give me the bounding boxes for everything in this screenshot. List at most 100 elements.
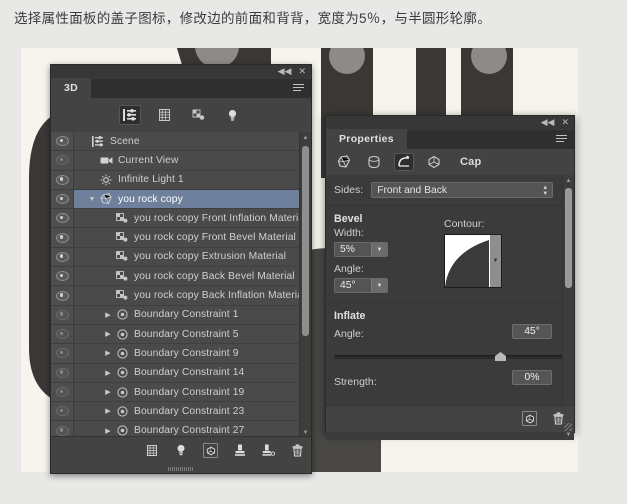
add-light-icon[interactable] [174, 443, 189, 458]
table-row[interactable]: ▶Boundary Constraint 23 [51, 402, 311, 421]
panel-properties[interactable]: ◀◀ ✕ Properties [325, 115, 575, 433]
scene-tree-scrollbar[interactable]: ▲ ▼ [299, 132, 311, 438]
table-row[interactable]: ▶Boundary Constraint 14 [51, 364, 311, 383]
eye-icon[interactable] [56, 406, 69, 416]
visibility-toggle[interactable] [51, 306, 74, 324]
mesh-icon[interactable] [334, 153, 354, 171]
table-row[interactable]: ▶Boundary Constraint 5 [51, 325, 311, 344]
visibility-toggle[interactable] [51, 151, 74, 169]
tree-row-body[interactable]: Scene [74, 132, 311, 150]
lights-icon[interactable] [221, 105, 243, 125]
tree-row-body[interactable]: ▼you rock copy [74, 190, 311, 208]
sides-select[interactable]: Front and Back ▲▼ [371, 182, 553, 198]
table-row[interactable]: you rock copy Front Bevel Material [51, 228, 311, 247]
eye-icon[interactable] [56, 175, 69, 185]
eye-icon[interactable] [56, 368, 69, 378]
visibility-toggle[interactable] [51, 402, 74, 420]
tab-properties[interactable]: Properties [326, 129, 407, 149]
tree-row-body[interactable]: you rock copy Back Inflation Material [74, 286, 311, 304]
contour-dropdown-arrow[interactable]: ▼ [490, 235, 501, 287]
tree-row-body[interactable]: ▶Boundary Constraint 9 [74, 344, 311, 362]
chevron-right-icon[interactable]: ▶ [102, 407, 114, 415]
bevel-width-field[interactable]: 5% ▼ [334, 242, 388, 257]
scrollbar-thumb[interactable] [302, 146, 309, 336]
coordinates-icon[interactable] [424, 153, 444, 171]
eye-icon[interactable] [56, 194, 69, 204]
chevron-right-icon[interactable]: ▶ [102, 388, 114, 396]
tree-row-body[interactable]: ▶Boundary Constraint 1 [74, 306, 311, 324]
table-row[interactable]: you rock copy Back Inflation Material [51, 286, 311, 305]
table-row[interactable]: Infinite Light 1 [51, 171, 311, 190]
eye-icon[interactable] [56, 252, 69, 262]
scrollbar-thumb[interactable] [565, 188, 572, 288]
panel-resize-grip[interactable] [564, 423, 572, 431]
scene-tree-list[interactable]: SceneCurrent ViewInfinite Light 1▼you ro… [51, 132, 311, 438]
table-row[interactable]: Current View [51, 151, 311, 170]
visibility-toggle[interactable] [51, 190, 74, 208]
visibility-toggle[interactable] [51, 228, 74, 246]
add-material-icon[interactable] [232, 443, 247, 458]
chevron-down-icon[interactable]: ▼ [371, 279, 387, 292]
table-row[interactable]: Scene [51, 132, 311, 151]
visibility-toggle[interactable] [51, 344, 74, 362]
eye-icon[interactable] [56, 387, 69, 397]
contour-thumbnail[interactable]: ▼ [444, 234, 502, 288]
visibility-toggle[interactable] [51, 209, 74, 227]
new-3d-icon[interactable] [522, 411, 537, 426]
eye-icon[interactable] [56, 233, 69, 243]
chevron-right-icon[interactable]: ▶ [102, 349, 114, 357]
inflate-angle-slider[interactable] [334, 350, 564, 362]
properties-scrollbar[interactable]: ▲ ▼ [562, 175, 574, 440]
panel-3d[interactable]: ◀◀ ✕ 3D [50, 64, 312, 474]
eye-icon[interactable] [56, 213, 69, 223]
delete-icon[interactable] [290, 443, 305, 458]
add-material-alt-icon[interactable] [261, 443, 276, 458]
tree-row-body[interactable]: ▶Boundary Constraint 14 [74, 364, 311, 382]
scroll-up-arrow[interactable]: ▲ [563, 175, 574, 186]
eye-icon[interactable] [56, 310, 69, 320]
visibility-toggle[interactable] [51, 267, 74, 285]
visibility-toggle[interactable] [51, 248, 74, 266]
tree-row-body[interactable]: ▶Boundary Constraint 23 [74, 402, 311, 420]
scene-icon[interactable] [119, 105, 141, 125]
eye-icon[interactable] [56, 155, 69, 165]
chevron-right-icon[interactable]: ▶ [102, 311, 114, 319]
chevron-down-icon[interactable]: ▼ [371, 243, 387, 256]
table-row[interactable]: you rock copy Back Bevel Material [51, 267, 311, 286]
eye-icon[interactable] [56, 426, 69, 436]
collapse-icon[interactable]: ◀◀ [541, 117, 555, 127]
eye-icon[interactable] [56, 271, 69, 281]
deform-icon[interactable] [364, 153, 384, 171]
slider-knob[interactable] [495, 352, 506, 361]
table-row[interactable]: ▶Boundary Constraint 19 [51, 383, 311, 402]
add-mesh-icon[interactable] [145, 443, 160, 458]
inflate-strength-value-box[interactable]: 0% [512, 370, 552, 385]
panel-resize-grip[interactable] [168, 467, 194, 471]
tab-3d[interactable]: 3D [51, 78, 91, 98]
tree-row-body[interactable]: ▶Boundary Constraint 19 [74, 383, 311, 401]
tree-row-body[interactable]: you rock copy Extrusion Material [74, 248, 311, 266]
tree-row-body[interactable]: you rock copy Front Bevel Material [74, 228, 311, 246]
table-row[interactable]: ▶Boundary Constraint 9 [51, 344, 311, 363]
panel-menu-icon[interactable] [556, 135, 568, 144]
collapse-icon[interactable]: ◀◀ [278, 66, 292, 76]
chevron-right-icon[interactable]: ▶ [102, 369, 114, 377]
chevron-right-icon[interactable]: ▶ [102, 330, 114, 338]
tree-row-body[interactable]: Current View [74, 151, 311, 169]
table-row[interactable]: ▶Boundary Constraint 1 [51, 306, 311, 325]
scroll-up-arrow[interactable]: ▲ [300, 132, 311, 143]
table-row[interactable]: you rock copy Extrusion Material [51, 248, 311, 267]
cap-icon[interactable] [394, 153, 414, 171]
chevron-down-icon[interactable]: ▼ [86, 196, 98, 203]
mesh-icon[interactable] [153, 105, 175, 125]
visibility-toggle[interactable] [51, 364, 74, 382]
visibility-toggle[interactable] [51, 325, 74, 343]
tree-row-body[interactable]: Infinite Light 1 [74, 171, 311, 189]
table-row[interactable]: you rock copy Front Inflation Material [51, 209, 311, 228]
eye-icon[interactable] [56, 291, 69, 301]
close-icon[interactable]: ✕ [298, 66, 306, 76]
materials-icon[interactable] [187, 105, 209, 125]
bevel-angle-field[interactable]: 45° ▼ [334, 278, 388, 293]
tree-row-body[interactable]: you rock copy Front Inflation Material [74, 209, 311, 227]
visibility-toggle[interactable] [51, 383, 74, 401]
